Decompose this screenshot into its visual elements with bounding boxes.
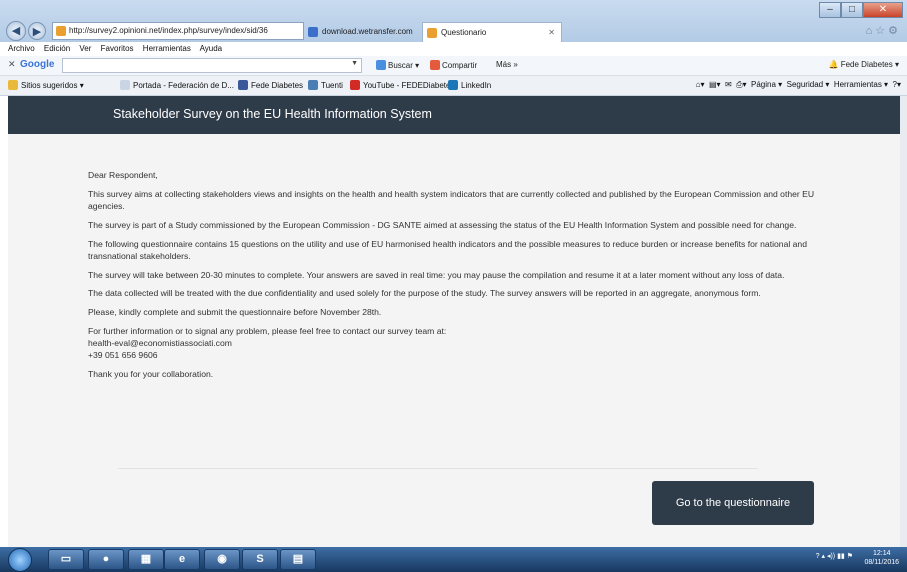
questionario-favicon-icon — [427, 28, 437, 38]
tab-questionario[interactable]: Questionario ✕ — [422, 22, 562, 42]
intro-text: Dear Respondent, This survey aims at col… — [88, 169, 828, 387]
youtube-icon — [350, 80, 360, 90]
survey-header: Stakeholder Survey on the EU Health Info… — [8, 96, 900, 134]
print-icon[interactable]: ⎙▾ — [736, 80, 746, 89]
mail-icon[interactable]: ✉ — [725, 80, 732, 89]
google-toolbar: ✕ Google ▼ Buscar ▾ Compartir Más » 🔔 Fe… — [0, 56, 907, 76]
search-icon — [376, 60, 386, 70]
tab-wetransfer[interactable]: download.wetransfer.com — [304, 22, 420, 42]
menu-ver[interactable]: Ver — [79, 44, 91, 53]
explorer-taskbar-icon[interactable]: ▭ — [48, 549, 84, 570]
home-favorites-icons[interactable]: ⌂☆⚙ — [866, 24, 901, 37]
paragraph-confidentiality: The data collected will be treated with … — [88, 288, 761, 299]
clock-time: 12:14 — [872, 550, 891, 557]
menu-ayuda[interactable]: Ayuda — [200, 44, 223, 53]
tab-label: download.wetransfer.com — [322, 27, 413, 36]
chevron-down-icon[interactable]: ▼ — [351, 60, 358, 67]
favorites-star-icon — [8, 80, 18, 90]
tab-label: Questionario — [441, 28, 487, 37]
clock-date: 08/11/2016 — [864, 559, 899, 566]
more-button[interactable]: Más » — [496, 60, 518, 69]
close-tab-icon[interactable]: ✕ — [548, 23, 555, 42]
contact-phone: +39 051 656 9606 — [88, 350, 158, 361]
maximize-button[interactable]: □ — [841, 2, 863, 18]
contact-email[interactable]: health-eval@economistiassociati.com — [88, 338, 232, 348]
google-logo: Google — [20, 59, 55, 70]
window-controls: – □ ✕ — [819, 2, 903, 18]
menu-favoritos[interactable]: Favoritos — [101, 44, 134, 53]
media-taskbar-icon[interactable]: ◉ — [204, 549, 240, 570]
browser-title-bar: – □ ✕ ◀ ▶ http://survey2.opinioni.net/in… — [0, 0, 907, 42]
close-toolbar-icon[interactable]: ✕ — [8, 59, 16, 70]
back-button[interactable]: ◀ — [6, 21, 26, 41]
paragraph-purpose: This survey aims at collecting stakehold… — [88, 188, 815, 211]
address-bar[interactable]: http://survey2.opinioni.net/index.php/su… — [52, 22, 304, 40]
minimize-button[interactable]: – — [819, 2, 841, 18]
wetransfer-favicon-icon — [308, 27, 318, 37]
search-button[interactable]: Buscar ▾ — [376, 60, 419, 70]
thanks-text: Thank you for your collaboration. — [88, 369, 214, 380]
contact-intro: For further information or to signal any… — [88, 325, 447, 336]
account-menu[interactable]: 🔔 Fede Diabetes ▾ — [829, 60, 899, 69]
page-menu[interactable]: Página ▾ — [751, 80, 782, 89]
site-favicon-icon — [56, 26, 66, 36]
forward-button[interactable]: ▶ — [28, 22, 46, 40]
vertical-scrollbar[interactable] — [900, 96, 907, 547]
address-text: http://survey2.opinioni.net/index.php/su… — [69, 26, 268, 35]
survey-body: Dear Respondent, This survey aims at col… — [8, 134, 900, 547]
chrome-taskbar-icon[interactable]: ● — [88, 549, 124, 570]
security-menu[interactable]: Seguridad ▾ — [787, 80, 830, 89]
app-taskbar-icon[interactable]: ▦ — [128, 549, 164, 570]
home-icon[interactable]: ⌂▾ — [696, 80, 705, 89]
tuenti-icon — [308, 80, 318, 90]
paragraph-duration: The survey will take between 20-30 minut… — [88, 269, 785, 280]
favorite-tuenti[interactable]: Tuenti — [308, 80, 343, 90]
tools-menu[interactable]: Herramientas ▾ — [834, 80, 888, 89]
paragraph-deadline: Please, kindly complete and submit the q… — [88, 307, 382, 318]
share-button[interactable]: Compartir — [430, 60, 477, 70]
google-search-input[interactable]: ▼ — [62, 58, 362, 73]
help-icon[interactable]: ?▾ — [893, 80, 901, 89]
menu-edicion[interactable]: Edición — [44, 44, 70, 53]
start-button[interactable] — [8, 548, 32, 572]
paragraph-questions: The following questionnaire contains 15 … — [88, 238, 807, 261]
favorite-fede-diabetes[interactable]: Fede Diabetes — [238, 80, 303, 90]
favorites-bar: Sitios sugeridos ▾ Portada - Federación … — [0, 76, 907, 96]
divider — [118, 468, 758, 469]
archive-taskbar-icon[interactable]: ▤ — [280, 549, 316, 570]
favorite-youtube[interactable]: YouTube - FEDEDiabetes — [350, 80, 454, 90]
favorite-sitios[interactable]: Sitios sugeridos ▾ — [8, 80, 84, 90]
windows-taskbar: ▭ ● ▦ e ◉ S ▤ ? ▴ ◂)) ▮▮ ⚑ 12:14 08/11/2… — [0, 547, 907, 572]
menu-herramientas[interactable]: Herramientas — [143, 44, 191, 53]
page-icon — [120, 80, 130, 90]
contact-block: For further information or to signal any… — [88, 325, 828, 362]
go-to-questionnaire-button[interactable]: Go to the questionnaire — [652, 481, 814, 525]
internet-explorer-taskbar-icon[interactable]: e — [164, 549, 200, 570]
share-icon — [430, 60, 440, 70]
feeds-icon[interactable]: ▤▾ — [709, 80, 721, 89]
favorite-portada[interactable]: Portada - Federación de D... — [120, 80, 234, 90]
page-title: Stakeholder Survey on the EU Health Info… — [113, 107, 432, 121]
menu-archivo[interactable]: Archivo — [8, 44, 35, 53]
paragraph-study: The survey is part of a Study commission… — [88, 219, 797, 230]
command-bar: ⌂▾ ▤▾ ✉ ⎙▾ Página ▾ Seguridad ▾ Herramie… — [696, 80, 901, 90]
system-tray-icons[interactable]: ? ▴ ◂)) ▮▮ ⚑ — [816, 552, 853, 560]
greeting: Dear Respondent, — [88, 170, 158, 180]
facebook-icon — [238, 80, 248, 90]
close-button[interactable]: ✕ — [863, 2, 903, 18]
favorite-linkedin[interactable]: LinkedIn — [448, 80, 491, 90]
menu-bar: Archivo Edición Ver Favoritos Herramient… — [0, 42, 907, 56]
linkedin-icon — [448, 80, 458, 90]
skype-taskbar-icon[interactable]: S — [242, 549, 278, 570]
clock[interactable]: 12:14 08/11/2016 — [864, 549, 899, 567]
